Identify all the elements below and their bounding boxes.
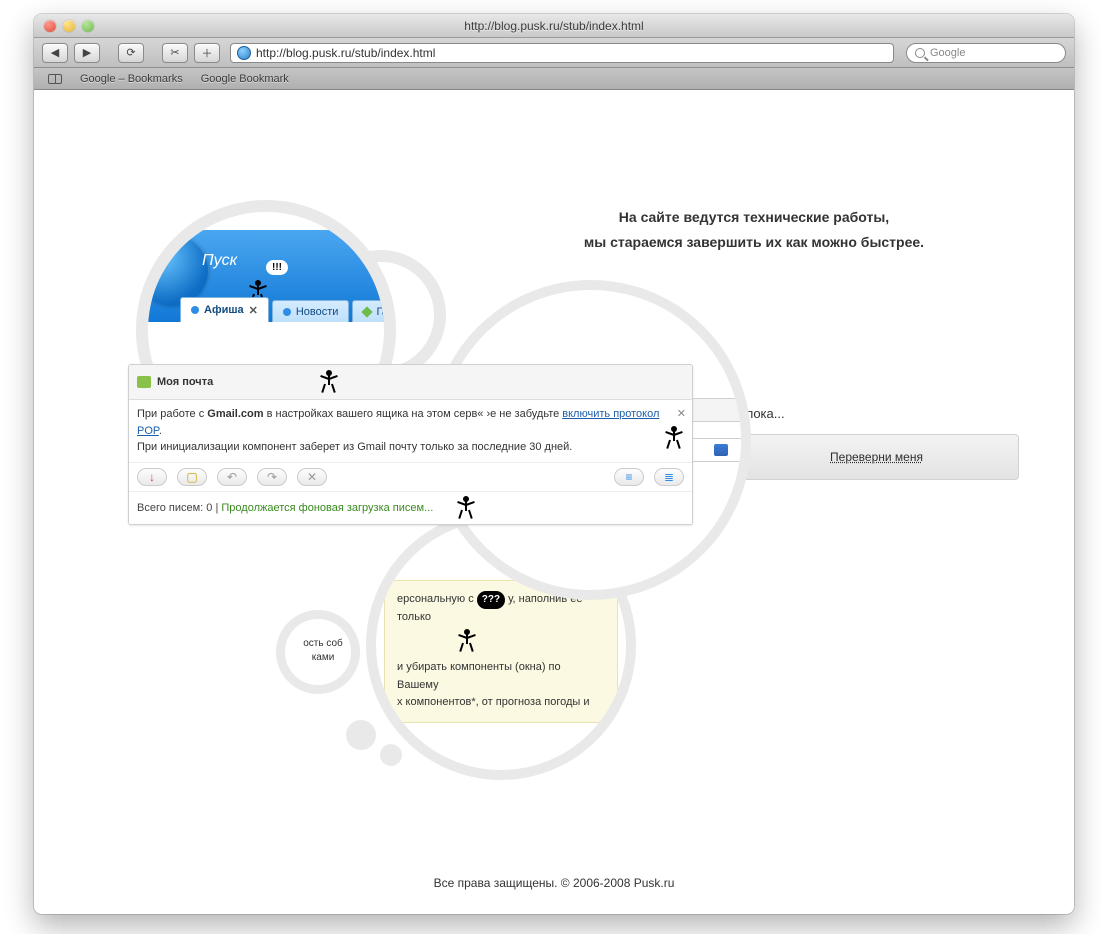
close-notice-icon[interactable]: ✕ — [677, 406, 686, 423]
speech-bubble: !!! — [266, 260, 288, 275]
yellow-note: ерсональную с ??? у, наполнив ее только … — [384, 580, 618, 723]
tab-icon — [191, 306, 199, 314]
pusk-header: Пуск !!! Афиша ✕ — [136, 230, 396, 322]
search-icon — [915, 48, 925, 58]
bookmark-item[interactable]: Google Bookmark — [201, 73, 289, 85]
flip-me-label: Переверни меня — [830, 450, 923, 464]
speech-bubble-icon: ??? — [477, 591, 505, 609]
text-fragment: ость соб ками — [295, 637, 351, 665]
browser-window: http://blog.pusk.ru/stub/index.html ◀ ▶ … — [34, 14, 1074, 914]
bookmark-folder-icon[interactable] — [48, 74, 62, 84]
bookmark-item[interactable]: Google – Bookmarks — [80, 73, 183, 85]
globe-icon — [237, 46, 251, 60]
mail-download-button[interactable]: ↓ — [137, 468, 167, 486]
mail-panel-header: Моя почта — [129, 365, 692, 400]
mail-redo-button[interactable]: ↷ — [257, 468, 287, 486]
mail-delete-button[interactable]: ✕ — [297, 468, 327, 486]
note-line: и убирать компоненты (окна) по Вашему — [397, 659, 605, 694]
photo-panel-toolbar — [691, 438, 751, 462]
close-tab-icon[interactable]: ✕ — [249, 304, 258, 317]
pusk-tabs: Афиша ✕ Новости Газетн — [172, 296, 396, 322]
bubble-small: ость соб ками — [276, 610, 360, 694]
tab-news[interactable]: Новости — [272, 300, 350, 322]
photo-icon — [714, 444, 728, 456]
cloud-illustration: ость соб ками ерсональную с ??? у, напол… — [106, 200, 726, 720]
address-text: http://blog.pusk.ru/stub/index.html — [256, 46, 435, 60]
tab-label: Афиша — [204, 304, 244, 316]
page-content: На сайте ведутся технические работы, мы … — [34, 90, 1074, 914]
stick-figure-icon — [319, 370, 339, 394]
pusk-logo-text: Пуск — [202, 252, 237, 270]
page-footer: Все права защищены. © 2006-2008 Pusk.ru — [34, 876, 1074, 890]
reload-button[interactable]: ⟳ — [118, 43, 144, 63]
mail-view-list2-button[interactable]: ≣ — [654, 468, 684, 486]
mail-icon — [137, 376, 151, 388]
bookmarks-bar: Google – Bookmarks Google Bookmark — [34, 68, 1074, 90]
mail-status: Всего писем: 0 | Продолжается фоновая за… — [129, 491, 692, 524]
window-title: http://blog.pusk.ru/stub/index.html — [34, 19, 1074, 33]
note-line: х компонентов*, от прогноза погоды и — [397, 694, 605, 712]
stick-figure-icon — [457, 629, 477, 653]
mail-undo-button[interactable]: ↶ — [217, 468, 247, 486]
add-bookmark-button[interactable]: ＋ — [194, 43, 220, 63]
back-button[interactable]: ◀ — [42, 43, 68, 63]
tab-icon — [362, 306, 373, 317]
mail-view-list1-button[interactable]: ≡ — [614, 468, 644, 486]
mail-note-button[interactable]: ▢ — [177, 468, 207, 486]
bubble-dot-icon — [346, 720, 376, 750]
flip-me-button[interactable]: Переверни меня — [734, 434, 1019, 480]
clip-button[interactable]: ✂ — [162, 43, 188, 63]
tab-label: Новости — [296, 306, 339, 318]
tab-label: Газетн — [376, 306, 396, 318]
tab-gazette[interactable]: Газетн — [352, 300, 396, 322]
search-field[interactable]: Google — [906, 43, 1066, 63]
bubble-dot-icon — [380, 744, 402, 766]
tab-icon — [283, 308, 291, 316]
stick-figure-icon — [664, 426, 684, 450]
mail-toolbar: ↓ ▢ ↶ ↷ ✕ ≡ ≣ — [129, 462, 692, 491]
mail-panel-body: ✕ При работе с Gmail.com в настройках ва… — [129, 400, 692, 462]
stick-figure-icon — [456, 496, 476, 520]
browser-toolbar: ◀ ▶ ⟳ ✂ ＋ http://blog.pusk.ru/stub/index… — [34, 38, 1074, 68]
tab-afisha[interactable]: Афиша ✕ — [180, 297, 269, 322]
mail-title: Моя почта — [157, 376, 213, 388]
address-bar[interactable]: http://blog.pusk.ru/stub/index.html — [230, 43, 894, 63]
mail-panel: Моя почта ✕ При работе с Gmail.com в нас… — [128, 364, 693, 525]
title-bar: http://blog.pusk.ru/stub/index.html — [34, 14, 1074, 38]
forward-button[interactable]: ▶ — [74, 43, 100, 63]
search-placeholder: Google — [930, 47, 965, 59]
